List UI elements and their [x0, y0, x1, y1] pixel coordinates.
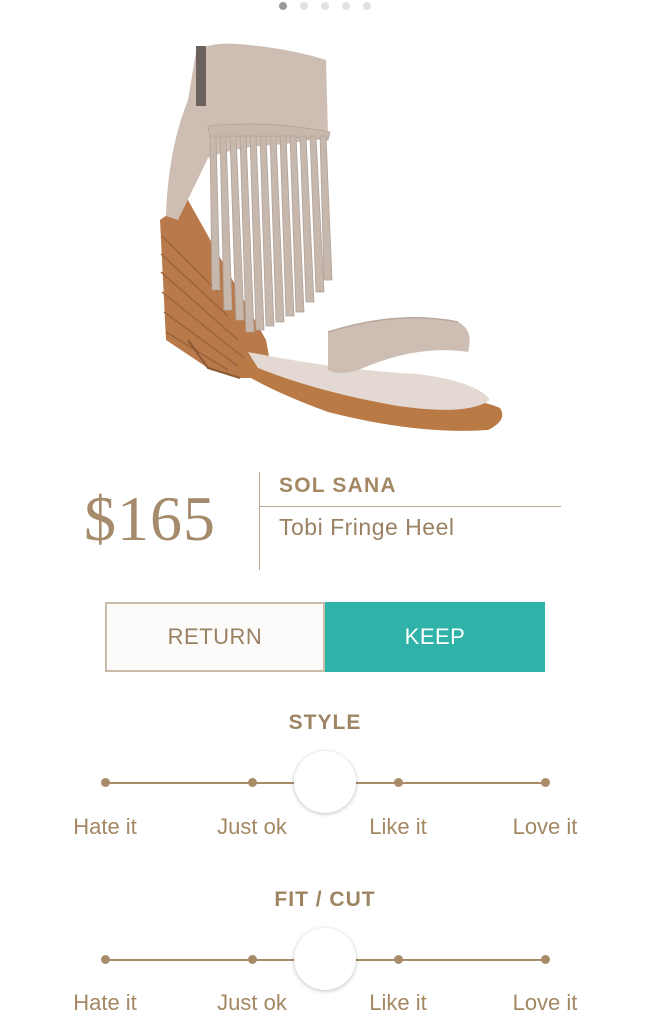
- style-label-love[interactable]: Love it: [475, 814, 615, 840]
- vertical-divider: [259, 472, 260, 570]
- slider-tick: [101, 778, 110, 787]
- style-label-like[interactable]: Like it: [328, 814, 468, 840]
- fit-label-love[interactable]: Love it: [475, 990, 615, 1016]
- page-dot-5[interactable]: [363, 2, 371, 10]
- page-dot-4[interactable]: [342, 2, 350, 10]
- return-button[interactable]: RETURN: [105, 602, 325, 672]
- fit-cut-rating-slider[interactable]: [101, 928, 550, 990]
- slider-tick: [247, 955, 257, 964]
- style-rating-title: STYLE: [288, 711, 362, 734]
- style-slider-thumb[interactable]: [294, 751, 356, 813]
- carousel-page-indicator: [0, 2, 650, 10]
- slider-tick: [101, 955, 110, 964]
- slider-tick: [541, 955, 550, 964]
- return-keep-toggle: RETURN KEEP: [105, 602, 545, 672]
- fit-label-just-ok[interactable]: Just ok: [182, 990, 322, 1016]
- style-label-just-ok[interactable]: Just ok: [182, 814, 322, 840]
- product-image: [160, 43, 503, 431]
- fit-label-like[interactable]: Like it: [328, 990, 468, 1016]
- keep-button[interactable]: KEEP: [325, 602, 545, 672]
- slider-tick: [394, 778, 404, 787]
- fit-cut-rating-title: FIT / CUT: [274, 888, 376, 911]
- horizontal-divider: [259, 506, 561, 507]
- product-brand: SOL SANA: [279, 474, 397, 497]
- page-dot-3[interactable]: [321, 2, 329, 10]
- page-dot-2[interactable]: [300, 2, 308, 10]
- style-rating-slider[interactable]: [101, 751, 550, 813]
- product-name: Tobi Fringe Heel: [279, 514, 455, 540]
- fit-label-hate[interactable]: Hate it: [35, 990, 175, 1016]
- slider-tick: [247, 778, 257, 787]
- product-price: $165: [84, 483, 216, 554]
- slider-tick: [541, 778, 550, 787]
- page-dot-1[interactable]: [279, 2, 287, 10]
- fit-cut-slider-thumb[interactable]: [294, 928, 356, 990]
- style-label-hate[interactable]: Hate it: [35, 814, 175, 840]
- slider-tick: [394, 955, 404, 964]
